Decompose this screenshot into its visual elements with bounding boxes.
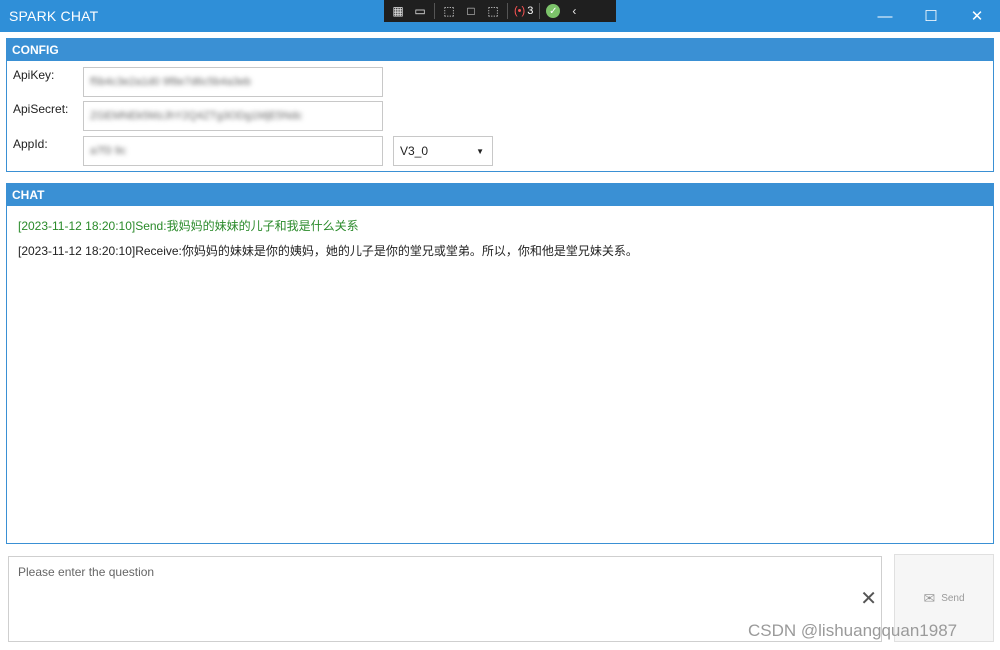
window-title: SPARK CHAT bbox=[9, 8, 99, 24]
binding-failures-count: 3 bbox=[527, 5, 534, 17]
clear-icon[interactable]: ✕ bbox=[860, 589, 877, 609]
minimize-icon: — bbox=[877, 7, 893, 25]
chat-message-send: [2023-11-12 18:20:10]Send:我妈妈的妹妹的儿子和我是什么… bbox=[18, 219, 359, 233]
chat-panel: CHAT [2023-11-12 18:20:10]Send:我妈妈的妹妹的儿子… bbox=[6, 183, 994, 544]
maximize-button[interactable]: ☐ bbox=[908, 0, 954, 32]
toolbar-separator bbox=[539, 3, 541, 19]
window-controls: — ☐ ✕ bbox=[862, 0, 1000, 32]
appid-label: AppId: bbox=[13, 137, 48, 151]
select-element-icon[interactable]: ⬚ bbox=[441, 3, 457, 19]
error-icon: (•) bbox=[514, 5, 526, 17]
apikey-field[interactable]: f5b4c3e2a1d0 9f8e7d6c5b4a3eb bbox=[83, 67, 383, 97]
apisecret-label: ApiSecret: bbox=[13, 102, 69, 116]
close-icon: ✕ bbox=[970, 8, 984, 25]
check-circle-icon[interactable]: ✓ bbox=[546, 4, 561, 18]
apisecret-value: ZGEMNEk5MzJhY2Q4ZTg3ODg1MjE5Ndc bbox=[90, 110, 303, 122]
chat-message-receive: [2023-11-12 18:20:10]Receive:你妈妈的妹妹是你的姨妈… bbox=[18, 244, 638, 258]
dropdown-arrow-icon: ▼ bbox=[476, 146, 484, 156]
version-select[interactable]: V3_0 ▼ bbox=[393, 136, 493, 166]
appid-field[interactable]: a7f3 9c bbox=[83, 136, 383, 166]
appid-value: a7f3 9c bbox=[90, 145, 127, 157]
toolbar-separator bbox=[507, 3, 508, 19]
watermark: CSDN @lishuangquan1987 bbox=[748, 621, 958, 640]
track-focus-icon[interactable]: ⬚ bbox=[485, 3, 501, 19]
maximize-icon: ☐ bbox=[924, 8, 938, 25]
video-icon[interactable]: ▭ bbox=[412, 3, 428, 19]
close-button[interactable]: ✕ bbox=[954, 0, 1000, 32]
debug-toolbar: ▦ ▭ ⬚ □ ⬚ (•) 3 ✓ ‹ bbox=[384, 0, 616, 22]
question-placeholder: Please enter the question bbox=[18, 565, 155, 579]
chat-header: CHAT bbox=[7, 184, 993, 206]
send-mail-icon: ✉ bbox=[923, 589, 936, 606]
version-value: V3_0 bbox=[400, 144, 429, 158]
appid-row: AppId: bbox=[13, 137, 83, 151]
minimize-button[interactable]: — bbox=[862, 0, 908, 32]
config-header: CONFIG bbox=[7, 39, 993, 61]
apikey-row: ApiKey: bbox=[13, 68, 83, 82]
toolbar-separator bbox=[434, 3, 435, 19]
apikey-label: ApiKey: bbox=[13, 68, 55, 82]
binding-failures-badge[interactable]: (•) 3 bbox=[514, 5, 533, 17]
collapse-chevron-icon[interactable]: ‹ bbox=[566, 3, 582, 19]
apikey-value: f5b4c3e2a1d0 9f8e7d6c5b4a3eb bbox=[90, 76, 251, 88]
title-bar: SPARK CHAT ▦ ▭ ⬚ □ ⬚ (•) 3 ✓ ‹ — ☐ ✕ bbox=[0, 0, 1000, 32]
config-panel: CONFIG ApiKey: f5b4c3e2a1d0 9f8e7d6c5b4a… bbox=[6, 38, 994, 172]
apisecret-field[interactable]: ZGEMNEk5MzJhY2Q4ZTg3ODg1MjE5Ndc bbox=[83, 101, 383, 131]
live-visual-tree-icon[interactable]: ▦ bbox=[390, 3, 406, 19]
apisecret-row: ApiSecret: bbox=[13, 102, 83, 116]
display-layout-adorners-icon[interactable]: □ bbox=[463, 3, 479, 19]
send-label: Send bbox=[941, 592, 965, 604]
